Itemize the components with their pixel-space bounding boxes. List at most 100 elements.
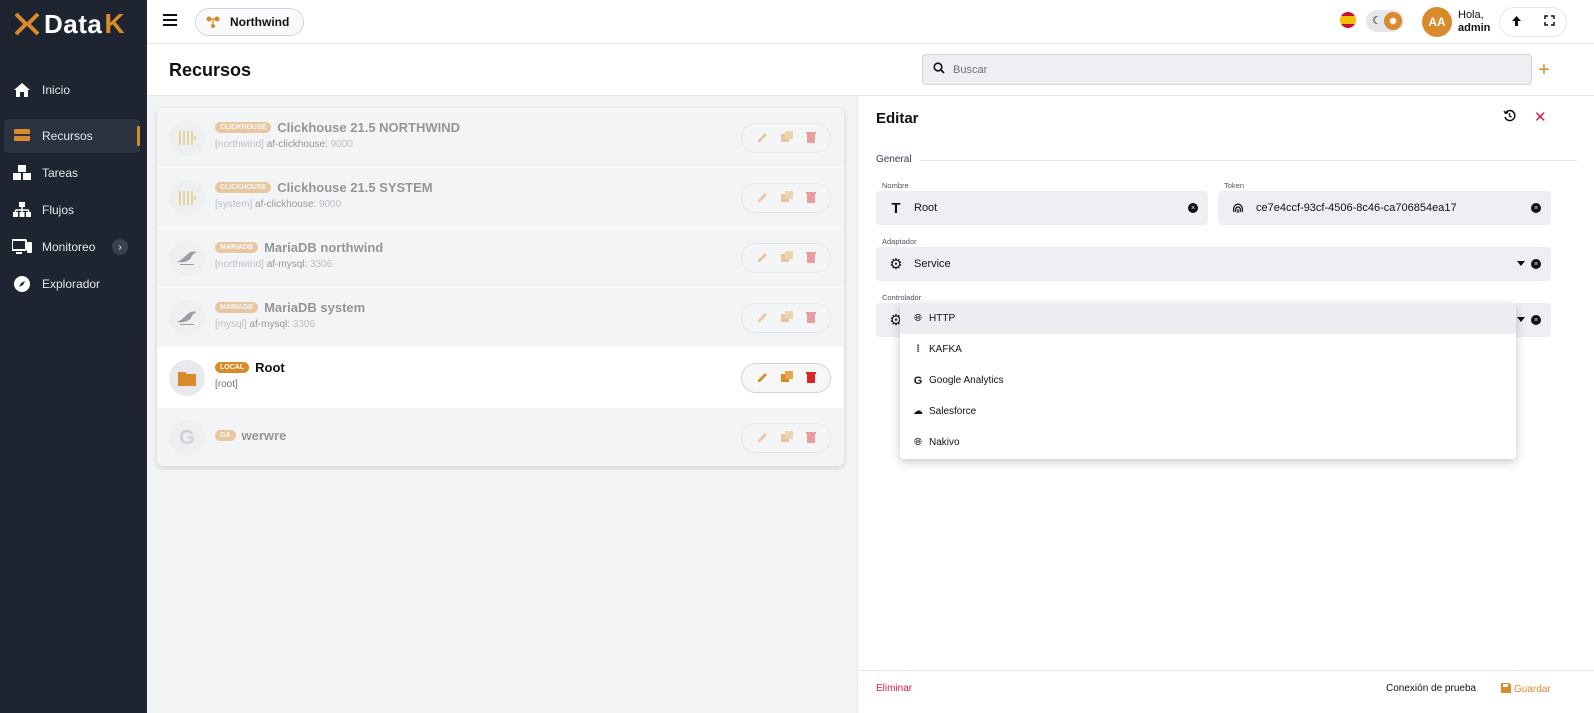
list-item-selected[interactable]: LOCAL Root [root]	[157, 348, 844, 407]
resource-details: [northwind] af-clickhouse: 9000	[215, 139, 460, 150]
list-item[interactable]: G GA werwre	[157, 408, 844, 466]
resource-name: Clickhouse 21.5 SYSTEM	[277, 180, 433, 195]
edit-icon[interactable]	[757, 131, 768, 146]
list-item[interactable]: MARIADB MariaDB northwind [northwind] af…	[157, 228, 844, 287]
duplicate-icon[interactable]	[780, 370, 793, 386]
type-badge: CLICKHOUSE	[215, 182, 272, 193]
resource-bracket: [northwind]	[215, 139, 264, 150]
trash-icon[interactable]	[805, 431, 816, 446]
page-header: Recursos +	[147, 44, 1594, 96]
row-actions	[741, 303, 831, 333]
list-item[interactable]: MARIADB MariaDB system [mysql] af-mysql:…	[157, 288, 844, 347]
sidebar-item-explorador[interactable]: Explorador	[4, 267, 140, 301]
sidebar-item-inicio[interactable]: Inicio	[4, 73, 140, 107]
search-input[interactable]	[953, 63, 1513, 76]
edit-panel: Editar ✕ General Nombre T Root × Token c…	[857, 96, 1594, 713]
gear-icon: ⚙	[889, 256, 903, 273]
text-icon: T	[891, 199, 901, 217]
chevron-down-icon[interactable]	[1517, 317, 1525, 322]
list-item[interactable]: CLICKHOUSE Clickhouse 21.5 SYSTEM [syste…	[157, 168, 844, 227]
resource-adapter: af-clickhouse:	[266, 139, 328, 150]
dropdown-option-nakivo[interactable]: 🌐︎ Nakivo	[900, 427, 1516, 458]
token-value: ce7e4ccf-93cf-4506-8c46-ca706854ea17	[1256, 202, 1457, 214]
edit-icon[interactable]	[757, 191, 768, 206]
name-field[interactable]: T Root ×	[876, 191, 1208, 225]
database-icon	[12, 126, 32, 146]
fullscreen-icon[interactable]	[1544, 15, 1555, 29]
sidebar-item-monitoreo[interactable]: Monitoreo ›	[4, 230, 140, 264]
section-label: General	[876, 154, 912, 165]
theme-toggle[interactable]: ☾ ✹	[1366, 10, 1404, 32]
salesforce-icon: ☁	[913, 406, 923, 417]
resource-bracket: [mysql]	[215, 319, 247, 330]
clear-icon[interactable]: ×	[1531, 203, 1541, 213]
monitor-icon	[12, 237, 32, 257]
project-selector[interactable]: Northwind	[195, 8, 305, 36]
resource-bracket: [northwind]	[215, 259, 264, 270]
mariadb-icon	[169, 300, 205, 336]
avatar[interactable]: AA	[1422, 7, 1452, 37]
clear-icon[interactable]: ×	[1531, 259, 1541, 269]
trash-icon[interactable]	[805, 311, 816, 326]
folder-icon	[169, 360, 205, 396]
list-item-text: GA werwre	[215, 428, 286, 443]
sidebar-item-flujos[interactable]: Flujos	[4, 193, 140, 227]
upload-icon[interactable]	[1511, 15, 1522, 30]
close-icon[interactable]: ✕	[1534, 108, 1547, 126]
add-resource-button[interactable]: +	[1532, 58, 1556, 82]
clear-icon[interactable]: ×	[1531, 315, 1541, 325]
logo-suffix: K	[104, 8, 125, 39]
duplicate-icon[interactable]	[780, 130, 793, 146]
edit-icon[interactable]	[757, 311, 768, 326]
option-label: Google Analytics	[929, 375, 1004, 386]
save-icon	[1501, 683, 1511, 696]
resource-port: 9000	[330, 139, 353, 150]
test-connection-button[interactable]: Conexión de prueba	[1386, 683, 1476, 694]
dropdown-option-google-analytics[interactable]: G Google Analytics	[900, 365, 1516, 396]
username: admin	[1458, 22, 1491, 34]
resource-adapter: af-clickhouse:	[255, 199, 317, 210]
save-button[interactable]: Guardar	[1501, 683, 1551, 696]
token-field[interactable]: ce7e4ccf-93cf-4506-8c46-ca706854ea17 ×	[1218, 191, 1551, 225]
greeting-text: Hola,	[1458, 9, 1484, 21]
sidebar-item-tareas[interactable]: Tareas	[4, 156, 140, 190]
chevron-down-icon[interactable]	[1517, 261, 1525, 266]
resource-adapter: af-mysql:	[249, 319, 291, 330]
dropdown-option-http[interactable]: 🌐︎ HTTP	[900, 303, 1516, 334]
sidebar-item-recursos[interactable]: Recursos	[4, 119, 140, 153]
list-item[interactable]: CLICKHOUSE Clickhouse 21.5 NORTHWIND [no…	[157, 108, 844, 167]
app-logo[interactable]: Data K	[14, 7, 132, 41]
page-title: Recursos	[169, 60, 252, 80]
delete-button[interactable]: Eliminar	[876, 683, 912, 694]
clear-icon[interactable]: ×	[1188, 203, 1198, 213]
edit-icon[interactable]	[757, 371, 768, 386]
trash-icon[interactable]	[805, 131, 816, 146]
edit-icon[interactable]	[757, 431, 768, 446]
name-label: Nombre	[882, 181, 909, 190]
history-icon[interactable]	[1503, 109, 1516, 125]
menu-icon[interactable]	[163, 14, 177, 26]
fingerprint-icon	[1230, 201, 1246, 215]
user-greeting: Hola, admin	[1458, 9, 1498, 35]
edit-icon[interactable]	[757, 251, 768, 266]
row-actions	[741, 363, 831, 393]
resource-adapter: af-mysql:	[266, 259, 308, 270]
duplicate-icon[interactable]	[780, 250, 793, 266]
adapter-select[interactable]: ⚙ Service ×	[876, 247, 1551, 281]
home-icon	[12, 80, 32, 100]
duplicate-icon[interactable]	[780, 190, 793, 206]
name-value: Root	[914, 202, 938, 214]
duplicate-icon[interactable]	[780, 430, 793, 446]
duplicate-icon[interactable]	[780, 310, 793, 326]
chevron-right-icon[interactable]: ›	[112, 239, 128, 255]
resource-details: [root]	[215, 379, 285, 390]
trash-icon[interactable]	[805, 191, 816, 206]
trash-icon[interactable]	[805, 371, 816, 386]
dropdown-option-salesforce[interactable]: ☁ Salesforce	[900, 396, 1516, 427]
clickhouse-icon	[169, 180, 205, 216]
language-flag-icon[interactable]	[1340, 12, 1356, 28]
search-box[interactable]	[922, 54, 1532, 85]
dropdown-option-kafka[interactable]: ⁞ KAFKA	[900, 334, 1516, 365]
project-icon	[206, 16, 220, 28]
trash-icon[interactable]	[805, 251, 816, 266]
